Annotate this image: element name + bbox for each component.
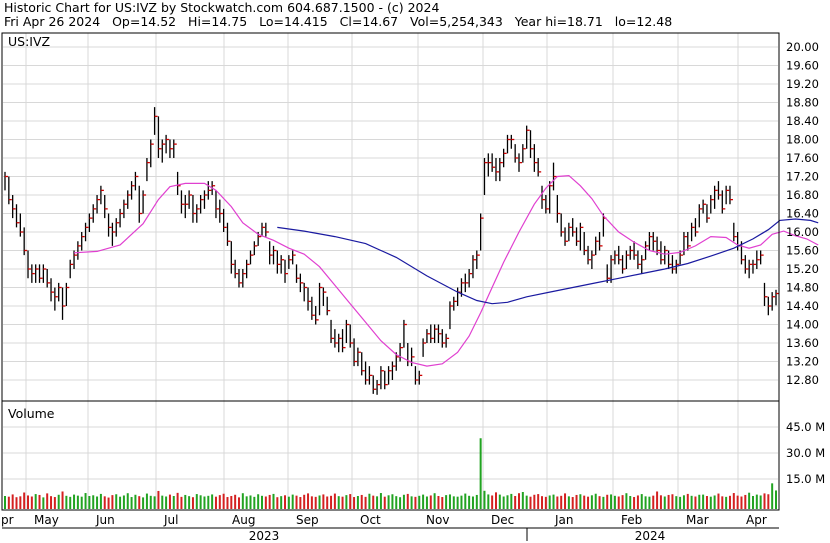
price-tick-label: 14.40 — [786, 299, 819, 313]
price-panel-frame — [1, 32, 780, 402]
month-tick-label: Jun — [95, 513, 115, 527]
price-tick-label: 19.20 — [786, 77, 819, 91]
price-tick-label: 15.20 — [786, 262, 819, 276]
month-tick-label: Sep — [296, 513, 319, 527]
volume-tick-label: 15.0 M — [786, 472, 825, 486]
price-tick-label: 16.00 — [786, 225, 819, 239]
stock-chart: US:IVZ 20.00 19.60 19.20 18.80 18.40 18.00 17.… — [1, 32, 825, 543]
price-tick-label: 18.00 — [786, 133, 819, 147]
month-tick-label: Oct — [360, 513, 381, 527]
price-tick-label: 20.00 — [786, 40, 819, 54]
price-tick-label: 13.20 — [786, 355, 819, 369]
price-axis: 20.00 19.60 19.20 18.80 18.40 18.00 17.60 17.20… — [786, 40, 819, 387]
month-tick-label: Feb — [621, 513, 642, 527]
price-grid — [3, 33, 778, 401]
volume-tick-label: 30.0 M — [786, 446, 825, 460]
price-tick-label: 16.40 — [786, 207, 819, 221]
price-tick-label: 17.20 — [786, 170, 819, 184]
month-tick-label: Aug — [232, 513, 255, 527]
month-tick-label: Apr — [746, 513, 767, 527]
month-tick-label: Nov — [426, 513, 449, 527]
month-tick-label: May — [34, 513, 59, 527]
volume-axis: 45.0 M 30.0 M 15.0 M — [786, 420, 825, 486]
month-tick-label: Jan — [554, 513, 574, 527]
price-tick-label: 17.60 — [786, 151, 819, 165]
price-panel-title: US:IVZ — [8, 34, 50, 49]
price-tick-label: 13.60 — [786, 336, 819, 350]
year-axis: 2023 2024 — [249, 529, 666, 543]
price-tick-label: 16.80 — [786, 188, 819, 202]
price-tick-label: 18.40 — [786, 114, 819, 128]
price-tick-label: 15.60 — [786, 244, 819, 258]
volume-panel-frame — [1, 400, 780, 511]
month-tick-label: Mar — [686, 513, 709, 527]
price-tick-label: 14.80 — [786, 281, 819, 295]
month-tick-label: Dec — [491, 513, 514, 527]
price-tick-label: 19.60 — [786, 59, 819, 73]
volume-tick-label: 45.0 M — [786, 420, 825, 434]
volume-bars — [4, 438, 777, 509]
price-tick-label: 14.00 — [786, 318, 819, 332]
price-tick-label: 12.80 — [786, 373, 819, 387]
year-label: 2023 — [249, 529, 280, 543]
month-tick-label: pr — [1, 513, 14, 527]
month-tick-label: Jul — [163, 513, 178, 527]
volume-panel-title: Volume — [8, 406, 55, 421]
price-tick-label: 18.80 — [786, 96, 819, 110]
year-label: 2024 — [635, 529, 666, 543]
volume-grid — [3, 401, 778, 510]
